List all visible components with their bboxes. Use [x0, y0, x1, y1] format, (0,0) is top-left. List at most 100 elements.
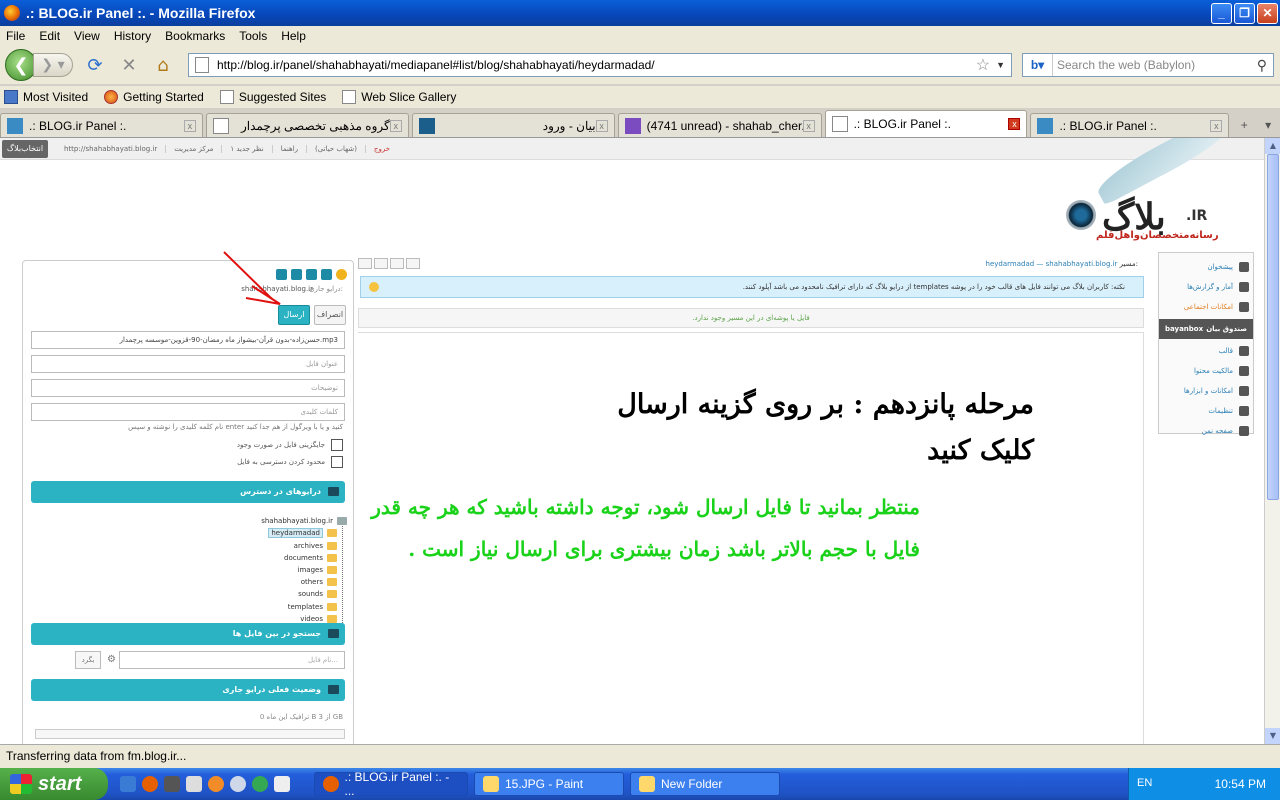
nav-stats[interactable]: آمار و گزارش‌ها: [1159, 277, 1253, 297]
home-icon[interactable]: [321, 269, 332, 280]
media-icon[interactable]: [164, 776, 180, 792]
tree-folder[interactable]: images: [298, 564, 337, 576]
taskbar-item-paint[interactable]: 15.JPG - Paint: [474, 772, 624, 796]
restrict-access-checkbox[interactable]: محدود کردن دسترسی به فایل: [237, 456, 343, 468]
nav-copyright[interactable]: مالکیت محتوا: [1159, 361, 1253, 381]
file-name-field[interactable]: حسن‌زاده-بدون قرآن-بیشواز ماه رمضان-90-ق…: [31, 331, 345, 349]
close-window-button[interactable]: ✕: [1257, 2, 1278, 24]
tab-close-icon[interactable]: x: [1008, 118, 1021, 130]
media-icon[interactable]: [291, 269, 302, 280]
new-tab-button[interactable]: +: [1232, 113, 1256, 137]
list-view-icon[interactable]: [406, 258, 420, 269]
menu-bookmarks[interactable]: Bookmarks: [165, 29, 225, 43]
menu-file[interactable]: File: [6, 29, 25, 43]
upload-icon[interactable]: [276, 269, 287, 280]
tree-root[interactable]: shahabhayati.blog.ir: [261, 515, 347, 527]
menu-view[interactable]: View: [74, 29, 100, 43]
tab-close-icon[interactable]: x: [183, 119, 196, 132]
scroll-thumb[interactable]: [1267, 154, 1279, 500]
reload-button[interactable]: ⟳: [83, 53, 107, 77]
select-blog-button[interactable]: انتخاب‌بلاگ: [2, 140, 48, 158]
gear-icon[interactable]: ⚙: [107, 654, 116, 665]
taskbar-item-folder[interactable]: New Folder: [630, 772, 780, 796]
info-icon[interactable]: [336, 269, 347, 280]
menu-tools[interactable]: Tools: [239, 29, 267, 43]
description-input[interactable]: توضیحات: [31, 379, 345, 397]
tab-blog-panel-active[interactable]: .: BLOG.ir Panel :. x: [824, 110, 1028, 137]
search-section-header[interactable]: جستجو در بین فایل ها: [31, 623, 345, 645]
vertical-scrollbar[interactable]: ▲ ▼: [1264, 138, 1280, 744]
bookmark-suggested-sites[interactable]: Suggested Sites: [219, 90, 326, 104]
bookmark-star-icon[interactable]: ☆: [976, 55, 990, 75]
tab-blog-panel-2[interactable]: .: BLOG.ir Panel :. x: [1030, 113, 1230, 137]
tab-list-button[interactable]: ▾: [1256, 113, 1280, 137]
admin-center-link[interactable]: مرکز مدیریت: [166, 145, 223, 153]
app-icon[interactable]: [186, 776, 202, 792]
tab-close-icon[interactable]: x: [802, 119, 815, 132]
url-text[interactable]: http://blog.ir/panel/shahabhayati/mediap…: [217, 58, 976, 72]
nav-social[interactable]: امکانات اجتماعی: [1159, 297, 1253, 317]
app-icon[interactable]: [208, 776, 224, 792]
bookmark-web-slice-gallery[interactable]: Web Slice Gallery: [342, 90, 456, 104]
tree-folder-selected[interactable]: heydarmadad: [268, 527, 337, 539]
nav-template[interactable]: قالب: [1159, 341, 1253, 361]
tree-folder[interactable]: sounds: [298, 588, 337, 600]
language-indicator[interactable]: EN: [1137, 777, 1152, 789]
nav-bayanbox[interactable]: bayanbox صندوق بیان: [1159, 319, 1253, 339]
checkbox-box[interactable]: [331, 456, 343, 468]
tree-folder[interactable]: archives: [294, 540, 337, 552]
url-dropdown-icon[interactable]: ▼: [996, 60, 1005, 70]
minimize-button[interactable]: _: [1211, 2, 1232, 24]
logout-link[interactable]: خروج: [366, 145, 398, 153]
detail-view-icon[interactable]: [390, 258, 404, 269]
app-icon[interactable]: [274, 776, 290, 792]
keywords-input[interactable]: کلمات کلیدی: [31, 403, 345, 421]
status-section-header[interactable]: وضعیت فعلی درایو جاری: [31, 679, 345, 701]
ie-icon[interactable]: [120, 776, 136, 792]
search-input[interactable]: Search the web (Babylon): [1053, 58, 1257, 72]
replace-file-checkbox[interactable]: جایگزینی فایل در صورت وجود: [237, 439, 343, 451]
thumb-view-icon[interactable]: [374, 258, 388, 269]
search-engine-icon[interactable]: b▾: [1023, 54, 1053, 76]
tree-folder[interactable]: others: [301, 576, 337, 588]
tree-folder[interactable]: documents: [284, 552, 337, 564]
menu-help[interactable]: Help: [281, 29, 306, 43]
tab-close-icon[interactable]: x: [595, 119, 608, 132]
stop-button[interactable]: ✕: [117, 53, 141, 77]
tab-blog-panel-1[interactable]: .: BLOG.ir Panel :. x: [0, 113, 203, 137]
start-button[interactable]: start: [0, 768, 108, 800]
bookmark-getting-started[interactable]: Getting Started: [104, 90, 204, 104]
menu-history[interactable]: History: [114, 29, 151, 43]
search-button[interactable]: بگرد: [75, 651, 101, 669]
nav-page[interactable]: صفحه نمن: [1159, 421, 1253, 441]
drives-section-header[interactable]: درایوهای در دسترس: [31, 481, 345, 503]
checkbox-box[interactable]: [331, 439, 343, 451]
firefox-icon[interactable]: [142, 776, 158, 792]
nav-dashboard[interactable]: پیشخوان: [1159, 257, 1253, 277]
taskbar-item-firefox[interactable]: .: BLOG.ir Panel :. - ...: [314, 770, 468, 798]
file-title-input[interactable]: عنوان فایل: [31, 355, 345, 373]
scroll-up-icon[interactable]: ▲: [1265, 138, 1280, 154]
cancel-button[interactable]: انصراف: [314, 305, 346, 325]
search-bar[interactable]: b▾ Search the web (Babylon) ⚲: [1022, 53, 1274, 77]
help-link[interactable]: راهنما: [273, 145, 308, 153]
send-button[interactable]: ارسال: [278, 305, 310, 325]
tab-close-icon[interactable]: x: [1210, 119, 1223, 132]
blog-url-link[interactable]: http://shahabhayati.blog.ir: [56, 145, 167, 153]
scroll-down-icon[interactable]: ▼: [1265, 728, 1280, 744]
nav-tools[interactable]: امکانات و ابزارها: [1159, 381, 1253, 401]
url-bar[interactable]: http://blog.ir/panel/shahabhayati/mediap…: [188, 53, 1012, 77]
breadcrumb-current[interactable]: heydarmadad: [986, 260, 1035, 268]
new-comment-link[interactable]: ۱ نظر جدید: [222, 145, 273, 153]
forward-button[interactable]: ❯ ▾: [33, 53, 73, 77]
chrome-icon[interactable]: [252, 776, 268, 792]
magnifier-icon[interactable]: ⚲: [1257, 57, 1267, 74]
grid-view-icon[interactable]: [358, 258, 372, 269]
bookmark-most-visited[interactable]: Most Visited: [4, 90, 88, 104]
settings-icon[interactable]: [306, 269, 317, 280]
tab-parchamdar[interactable]: گروه مذهبی تخصصی پرچمدار x: [205, 113, 409, 137]
home-button[interactable]: ⌂: [151, 53, 175, 77]
tree-folder[interactable]: templates: [288, 601, 337, 613]
tab-close-icon[interactable]: x: [389, 119, 402, 132]
menu-edit[interactable]: Edit: [39, 29, 60, 43]
